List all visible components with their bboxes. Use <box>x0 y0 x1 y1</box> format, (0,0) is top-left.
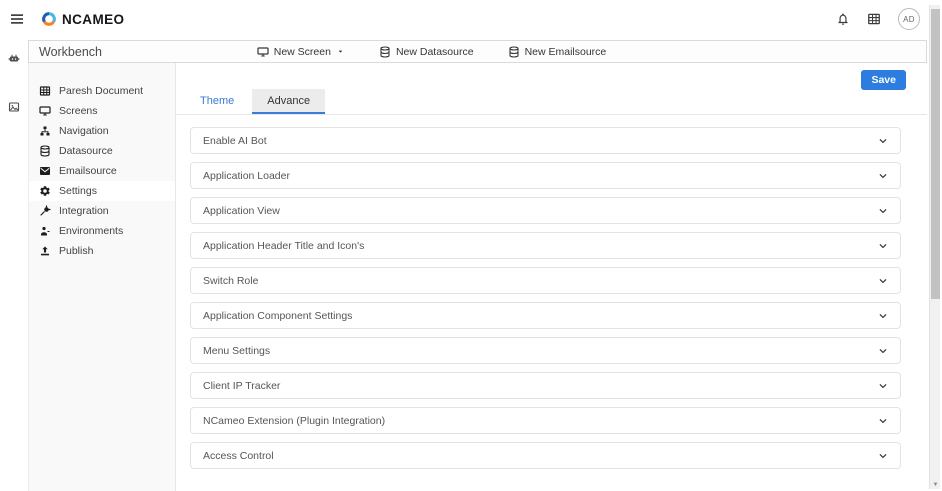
sidebar-collapse-icon[interactable] <box>29 63 61 79</box>
sidebar-item-label: Paresh Document <box>59 85 144 97</box>
accordion-label: Application Header Title and Icon's <box>203 239 365 252</box>
sidebar-item[interactable]: Publish <box>29 241 175 261</box>
accordion-row[interactable]: NCameo Extension (Plugin Integration) <box>190 407 901 434</box>
chevron-down-icon <box>878 416 888 426</box>
image-icon[interactable] <box>8 101 20 113</box>
caret-down-icon <box>336 47 345 56</box>
sidebar-item[interactable]: Navigation <box>29 121 175 141</box>
sidebar-item-label: Settings <box>59 185 97 197</box>
save-button[interactable]: Save <box>861 70 906 90</box>
sidebar-item-label: Publish <box>59 245 94 257</box>
toolbar-action-label: New Datasource <box>395 45 474 58</box>
sidebar-menu: Paresh Document Screens Navigation Datas… <box>29 81 175 261</box>
sidebar-item[interactable]: Settings <box>29 181 175 201</box>
bot-icon[interactable] <box>8 52 20 64</box>
scrollbar-thumb[interactable] <box>931 9 940 299</box>
notifications-bell-icon[interactable] <box>836 12 850 26</box>
app-window: NCAMEO AD Workbench New Screen New Datas… <box>0 0 942 491</box>
database-icon <box>379 46 391 58</box>
database-icon <box>508 46 520 58</box>
toolbar-action-button[interactable]: New Datasource <box>379 45 474 58</box>
monitor-icon <box>257 46 269 58</box>
sidebar: Paresh Document Screens Navigation Datas… <box>28 63 176 491</box>
toolbar-action-button[interactable]: New Emailsource <box>508 45 607 58</box>
chevron-down-icon <box>878 346 888 356</box>
chevron-down-icon <box>878 171 888 181</box>
accordion-label: Switch Role <box>203 274 259 287</box>
accordion-label: Menu Settings <box>203 344 271 357</box>
sidebar-item[interactable]: Screens <box>29 101 175 121</box>
vertical-scrollbar[interactable]: ▼ <box>929 5 940 489</box>
settings-accordion-list: Enable AI Bot Application Loader Applica… <box>176 115 927 469</box>
chevron-down-icon <box>878 136 888 146</box>
sidebar-item-label: Datasource <box>59 145 113 157</box>
hamburger-menu-icon[interactable] <box>9 11 25 27</box>
workbench-toolbar: Workbench New Screen New Datasource New … <box>28 40 927 63</box>
accordion-label: Access Control <box>203 449 274 462</box>
sidebar-item[interactable]: Environments <box>29 221 175 241</box>
left-icon-rail <box>0 38 28 491</box>
toolbar-action-button[interactable]: New Screen <box>257 46 345 58</box>
tab[interactable]: Advance <box>252 89 326 114</box>
sitemap-icon <box>39 125 51 137</box>
brand-name: NCAMEO <box>62 11 125 27</box>
database-icon <box>39 145 51 157</box>
sidebar-item-label: Environments <box>59 225 124 237</box>
accordion-row[interactable]: Application Header Title and Icon's <box>190 232 901 259</box>
apps-grid-icon[interactable] <box>867 12 881 26</box>
accordion-row[interactable]: Client IP Tracker <box>190 372 901 399</box>
chevron-down-icon <box>878 241 888 251</box>
top-header: NCAMEO AD <box>0 0 942 38</box>
sidebar-item-label: Emailsource <box>59 165 117 177</box>
page-title: Workbench <box>39 44 102 59</box>
accordion-row[interactable]: Enable AI Bot <box>190 127 901 154</box>
accordion-label: Application View <box>203 204 280 217</box>
accordion-row[interactable]: Access Control <box>190 442 901 469</box>
accordion-label: Client IP Tracker <box>203 379 281 392</box>
gear-icon <box>39 185 51 197</box>
person-icon <box>39 225 51 237</box>
tab[interactable]: Theme <box>190 89 244 114</box>
sidebar-item-label: Screens <box>59 105 98 117</box>
chevron-down-icon <box>878 451 888 461</box>
accordion-row[interactable]: Application Component Settings <box>190 302 901 329</box>
chevron-down-icon <box>878 381 888 391</box>
accordion-label: Enable AI Bot <box>203 134 267 147</box>
main-content: Save Theme Advance Enable AI Bot Applica… <box>176 63 927 491</box>
plug-icon <box>39 205 51 217</box>
workbench-actions: New Screen New Datasource New Emailsourc… <box>257 45 607 58</box>
chevron-down-icon <box>878 311 888 321</box>
monitor-icon <box>39 105 51 117</box>
sidebar-item[interactable]: Emailsource <box>29 161 175 181</box>
accordion-label: NCameo Extension (Plugin Integration) <box>203 414 386 427</box>
sidebar-item-label: Integration <box>59 205 109 217</box>
accordion-row[interactable]: Application Loader <box>190 162 901 189</box>
toolbar-action-label: New Emailsource <box>524 45 607 58</box>
scrollbar-down-arrow-icon[interactable]: ▼ <box>930 482 941 488</box>
grid-icon <box>39 85 51 97</box>
sidebar-item[interactable]: Paresh Document <box>29 81 175 101</box>
sidebar-item[interactable]: Integration <box>29 201 175 221</box>
envelope-icon <box>39 165 51 177</box>
settings-tabs: Theme Advance <box>176 89 927 115</box>
sidebar-item-label: Navigation <box>59 125 109 137</box>
accordion-row[interactable]: Menu Settings <box>190 337 901 364</box>
chevron-down-icon <box>878 206 888 216</box>
sidebar-item[interactable]: Datasource <box>29 141 175 161</box>
upload-icon <box>39 245 51 257</box>
user-avatar[interactable]: AD <box>898 8 920 30</box>
toolbar-action-label: New Screen <box>273 45 331 58</box>
accordion-label: Application Component Settings <box>203 309 353 322</box>
accordion-label: Application Loader <box>203 169 290 182</box>
accordion-row[interactable]: Switch Role <box>190 267 901 294</box>
logo-swirl-icon <box>41 11 57 27</box>
accordion-row[interactable]: Application View <box>190 197 901 224</box>
chevron-down-icon <box>878 276 888 286</box>
brand-logo[interactable]: NCAMEO <box>41 11 124 27</box>
